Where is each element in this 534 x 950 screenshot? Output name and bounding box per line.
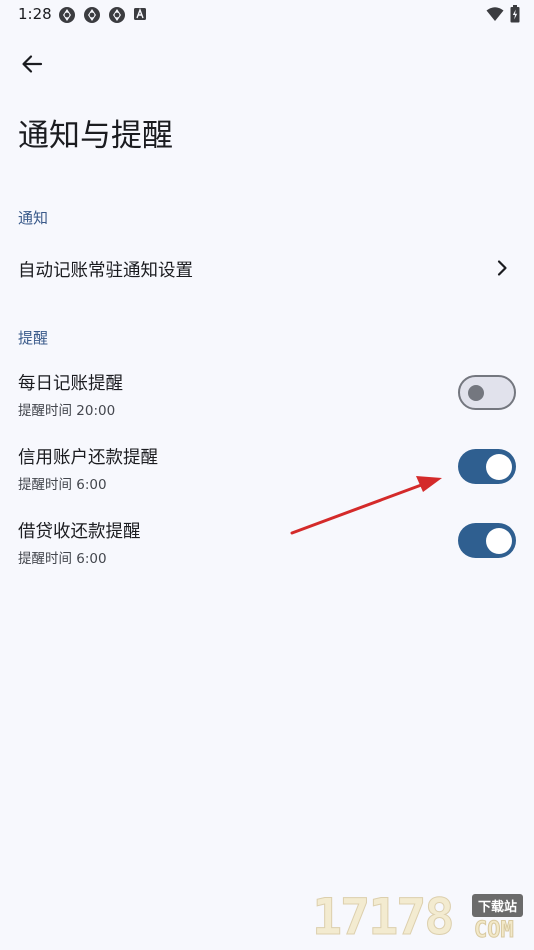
section-header-notification: 通知: [18, 209, 49, 227]
watermark-digits: 17178: [312, 888, 456, 947]
sync-icon: [108, 6, 126, 24]
toggle-knob: [485, 453, 512, 480]
auto-bookkeeping-notification-settings-row[interactable]: 自动记账常驻通知设置: [0, 240, 534, 296]
row-title: 每日记账提醒: [18, 374, 123, 394]
daily-reminder-toggle[interactable]: [458, 375, 516, 410]
daily-bookkeeping-reminder-row[interactable]: 每日记账提醒 提醒时间 20:00: [0, 358, 534, 428]
toggle-knob: [468, 384, 484, 401]
watermark-suffix: COM: [474, 918, 515, 944]
arrow-back-icon: [22, 55, 43, 73]
page-title: 通知与提醒: [18, 118, 173, 154]
watermark-badge: 下载站: [472, 894, 524, 917]
toggle-knob: [485, 527, 512, 554]
credit-repayment-reminder-row[interactable]: 信用账户还款提醒 提醒时间 6:00: [0, 432, 534, 502]
status-system-icons: [486, 5, 520, 27]
row-subtitle: 提醒时间 20:00: [18, 403, 116, 419]
row-title: 信用账户还款提醒: [18, 448, 158, 468]
battery-charging-icon: [510, 5, 520, 27]
loan-repayment-reminder-row[interactable]: 借贷收还款提醒 提醒时间 6:00: [0, 506, 534, 576]
row-subtitle: 提醒时间 6:00: [18, 477, 107, 493]
section-header-reminder: 提醒: [18, 329, 49, 347]
status-notification-icons: [58, 6, 151, 24]
row-title: 借贷收还款提醒: [18, 522, 141, 542]
watermark: 17178 下载站 COM: [312, 888, 534, 950]
back-button[interactable]: [14, 46, 50, 82]
sync-icon: [83, 6, 101, 24]
wifi-icon: [486, 6, 504, 26]
chevron-right-icon: [497, 260, 507, 276]
row-subtitle: 提醒时间 6:00: [18, 551, 107, 567]
credit-repayment-toggle[interactable]: [458, 449, 516, 484]
sync-icon: [58, 6, 76, 24]
status-bar: 1:28: [0, 0, 534, 30]
loan-repayment-toggle[interactable]: [458, 523, 516, 558]
row-title: 自动记账常驻通知设置: [18, 261, 193, 281]
a-badge-icon: [133, 6, 151, 24]
status-time: 1:28: [18, 5, 52, 23]
